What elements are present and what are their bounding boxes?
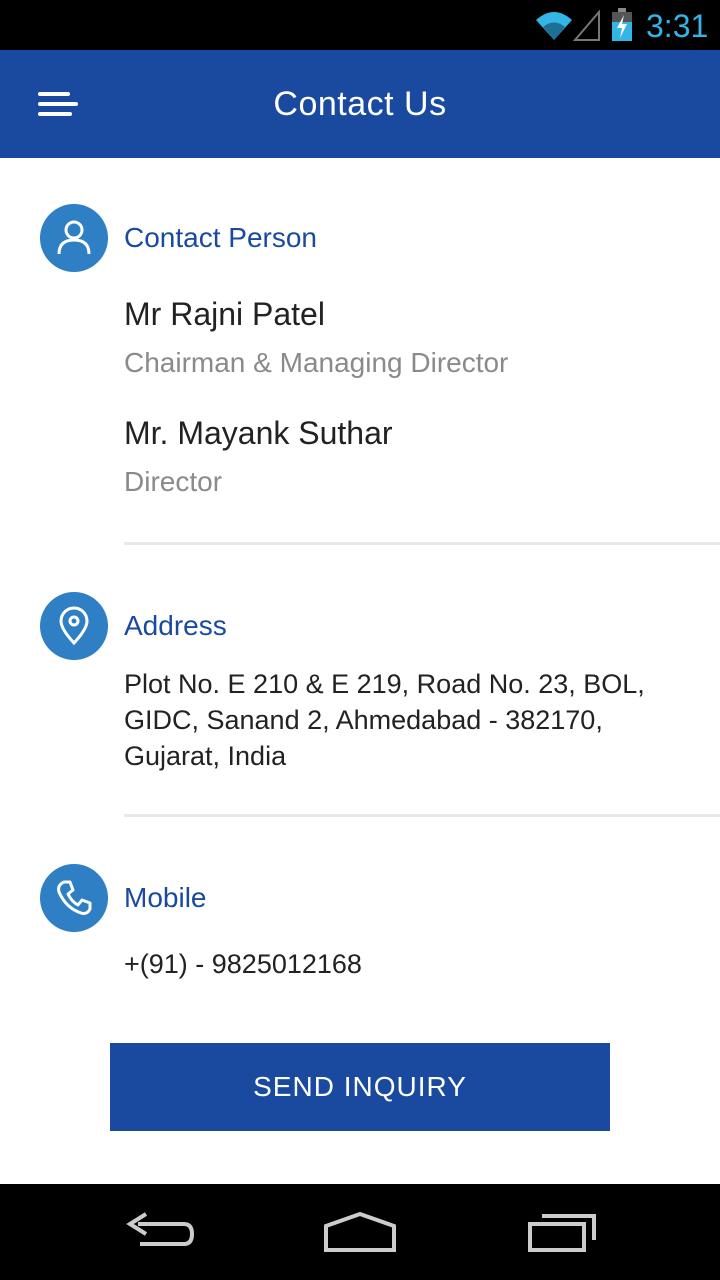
person-name: Mr Rajni Patel [124, 296, 325, 332]
recent-apps-icon[interactable] [526, 1210, 598, 1254]
send-inquiry-button[interactable]: SEND INQUIRY [110, 1043, 610, 1131]
signal-icon [573, 10, 600, 41]
battery-charging-icon [612, 8, 632, 41]
address-line: Plot No. E 210 & E 219, Road No. 23, BOL… [124, 669, 645, 699]
person-role: Director [124, 466, 223, 497]
divider [124, 542, 720, 545]
person-role: Chairman & Managing Director [124, 347, 509, 378]
divider [124, 814, 720, 817]
status-bar: 3:31 [0, 0, 720, 50]
location-pin-icon [40, 592, 108, 660]
status-clock: 3:31 [646, 8, 709, 44]
mobile-label: Mobile [124, 882, 207, 913]
phone-icon [40, 864, 108, 932]
mobile-number[interactable]: +(91) - 9825012168 [124, 946, 704, 982]
back-icon[interactable] [124, 1210, 196, 1254]
address-line: Gujarat, India [124, 741, 287, 771]
wifi-icon [536, 12, 572, 40]
home-icon[interactable] [322, 1210, 398, 1254]
address-label: Address [124, 610, 227, 641]
app-bar: Contact Us [0, 50, 720, 158]
person-icon [40, 204, 108, 272]
page-title: Contact Us [273, 85, 447, 123]
address-line: GIDC, Sanand 2, Ahmedabad - 382170, [124, 705, 603, 735]
person-name: Mr. Mayank Suthar [124, 415, 393, 451]
contact-person-label: Contact Person [124, 222, 317, 253]
navigation-bar [0, 1184, 720, 1280]
